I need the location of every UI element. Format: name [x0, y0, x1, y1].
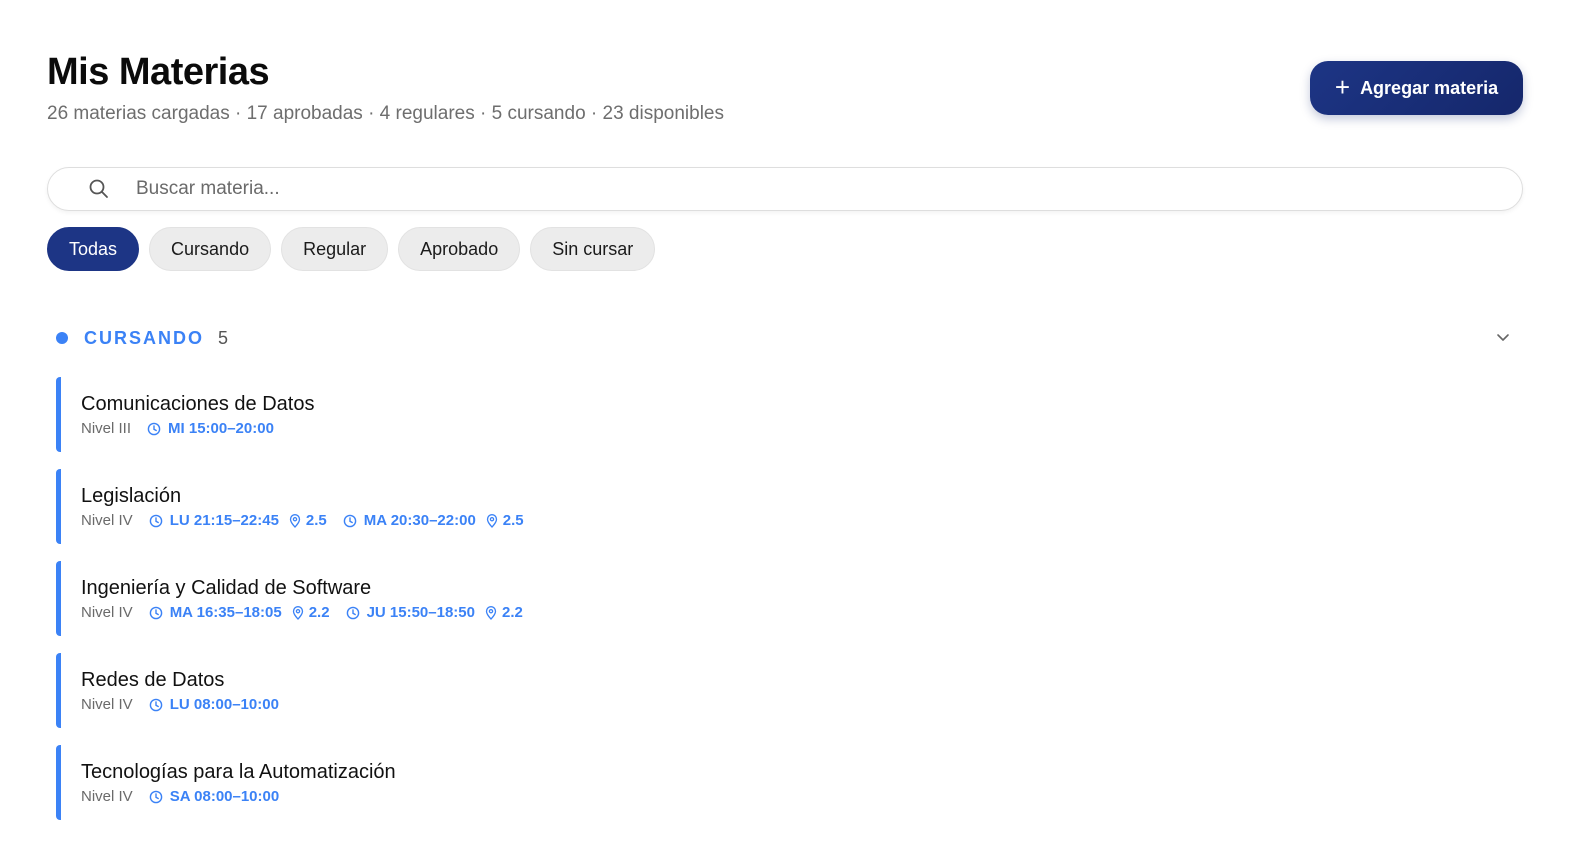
schedule-time: JU 15:50–18:50 — [366, 604, 475, 621]
filter-chip-aprobado[interactable]: Aprobado — [398, 227, 521, 271]
room-label: 2.2 — [308, 604, 330, 621]
subject-name: Ingeniería y Calidad de Software — [81, 577, 372, 599]
subject-item[interactable]: Ingeniería y Calidad de Software Nivel IV… — [56, 561, 1516, 636]
location-pin-icon — [485, 606, 502, 620]
schedule-time: LU 08:00–10:00 — [169, 696, 279, 713]
schedule-time: LU 21:15–22:45 — [169, 512, 279, 529]
subject-meta: Nivel IV SA 08:00–10:00 — [81, 788, 1516, 806]
schedule-time: SA 08:00–10:00 — [169, 788, 280, 805]
search-input[interactable] — [134, 177, 1438, 201]
room-label: 2.5 — [502, 512, 524, 529]
clock-icon — [149, 514, 170, 528]
subject-level: Nivel IV — [81, 788, 133, 805]
subject-name: Redes de Datos — [81, 669, 225, 691]
subject-schedule: JU 15:50–18:50 — [346, 604, 475, 622]
filter-chip-sin-cursar[interactable]: Sin cursar — [530, 227, 656, 271]
location-pin-icon — [486, 514, 503, 528]
filter-chip-todas[interactable]: Todas — [47, 227, 140, 271]
header: Mis Materias 26 materias cargadas · 17 a… — [47, 50, 724, 126]
subject-name: Comunicaciones de Datos — [81, 393, 315, 415]
filter-chip-regular[interactable]: Regular — [281, 227, 389, 271]
add-subject-button[interactable]: + Agregar materia — [1310, 61, 1523, 115]
clock-icon — [149, 698, 170, 712]
subject-list: Comunicaciones de Datos Nivel III MI 15:00… — [56, 377, 1516, 837]
subject-room: 2.2 — [292, 604, 330, 622]
filter-chip-cursando[interactable]: Cursando — [149, 227, 272, 271]
subject-level: Nivel IV — [81, 604, 133, 621]
clock-icon — [149, 606, 170, 620]
location-pin-icon — [289, 514, 306, 528]
subject-meta: Nivel III MI 15:00–20:00 — [81, 420, 1516, 438]
room-label: 2.2 — [501, 604, 523, 621]
subject-item[interactable]: Comunicaciones de Datos Nivel III MI 15:00… — [56, 377, 1516, 452]
subject-room: 2.5 — [289, 512, 327, 530]
subject-meta: Nivel IV LU 21:15–22:45 2.5 MA 20:30–22:00 2… — [81, 512, 1516, 530]
chevron-down-icon[interactable] — [1494, 328, 1512, 346]
subject-meta: Nivel IV MA 16:35–18:05 2.2 JU 15:50–18:50 2… — [81, 604, 1516, 622]
subject-level: Nivel IV — [81, 512, 133, 529]
subject-item[interactable]: Tecnologías para la Automatización Nivel … — [56, 745, 1516, 820]
subject-name: Legislación — [81, 485, 182, 507]
clock-icon — [147, 422, 168, 436]
page-subtitle: 26 materias cargadas · 17 aprobadas · 4 … — [47, 103, 724, 124]
schedule-time: MI 15:00–20:00 — [168, 420, 274, 437]
location-pin-icon — [292, 606, 309, 620]
search-bar[interactable] — [47, 167, 1523, 211]
subject-status-accent — [56, 561, 61, 636]
subject-name: Tecnologías para la Automatización — [81, 761, 396, 783]
subject-meta: Nivel IV LU 08:00–10:00 — [81, 696, 1516, 714]
subject-item[interactable]: Redes de Datos Nivel IV LU 08:00–10:00 — [56, 653, 1516, 728]
subject-schedule: LU 08:00–10:00 — [149, 696, 279, 714]
clock-icon — [343, 514, 364, 528]
page-title: Mis Materias — [47, 51, 270, 93]
section-label: CURSANDO — [84, 327, 205, 348]
subject-schedule: LU 21:15–22:45 — [149, 512, 279, 530]
search-icon — [88, 178, 110, 200]
subject-room: 2.2 — [485, 604, 523, 622]
subject-room: 2.5 — [486, 512, 524, 530]
subject-schedule: MA 16:35–18:05 — [149, 604, 282, 622]
subject-status-accent — [56, 377, 61, 452]
room-label: 2.5 — [305, 512, 327, 529]
subject-status-accent — [56, 653, 61, 728]
subject-status-accent — [56, 469, 61, 544]
subject-level: Nivel IV — [81, 696, 133, 713]
subject-schedule: MA 20:30–22:00 — [343, 512, 476, 530]
clock-icon — [346, 606, 367, 620]
clock-icon — [149, 790, 170, 804]
section-status-dot — [56, 332, 68, 344]
subject-status-accent — [56, 745, 61, 820]
page: Mis Materias 26 materias cargadas · 17 a… — [0, 0, 1583, 867]
schedule-time: MA 20:30–22:00 — [363, 512, 476, 529]
plus-icon: + — [1334, 71, 1351, 102]
subject-schedule: SA 08:00–10:00 — [149, 788, 280, 806]
section-header-cursando[interactable]: CURSANDO 5 — [56, 326, 1516, 350]
filter-chips: Todas Cursando Regular Aprobado Sin curs… — [47, 227, 656, 271]
subject-level: Nivel III — [81, 420, 132, 437]
add-subject-label: Agregar materia — [1360, 77, 1499, 98]
section-count: 5 — [218, 327, 229, 348]
schedule-time: MA 16:35–18:05 — [169, 604, 282, 621]
subject-item[interactable]: Legislación Nivel IV LU 21:15–22:45 2.5 MA 2… — [56, 469, 1516, 544]
subject-schedule: MI 15:00–20:00 — [147, 420, 274, 438]
